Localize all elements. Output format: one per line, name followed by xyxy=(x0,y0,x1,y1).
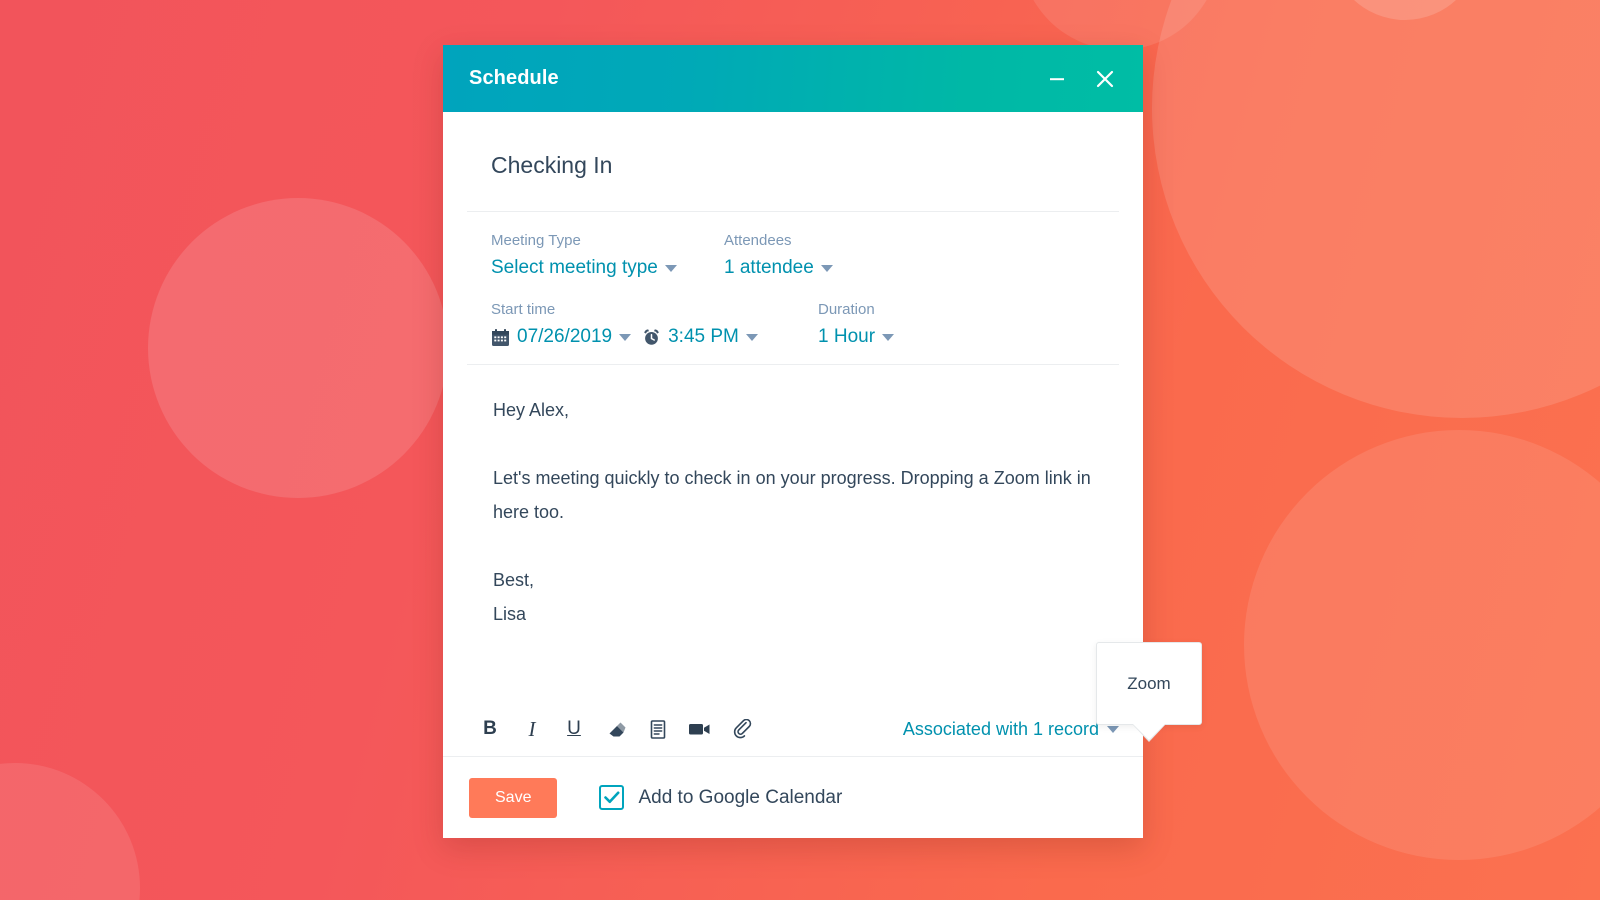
paperclip-icon[interactable] xyxy=(721,708,763,750)
subject-input[interactable]: Checking In xyxy=(491,152,612,178)
field-row-bottom: Start time 07/26/2019 3:45 PM Duration 1… xyxy=(491,301,1119,348)
chevron-down-icon xyxy=(1107,725,1119,733)
dialog-body: Checking In Meeting Type Select meeting … xyxy=(443,112,1143,702)
background-circle-1 xyxy=(148,198,448,498)
date-value: 07/26/2019 xyxy=(517,326,613,347)
meeting-type-field: Meeting Type Select meeting type xyxy=(491,232,724,279)
subject-row[interactable]: Checking In xyxy=(467,112,1119,212)
message-signoff: Best, xyxy=(493,570,535,590)
meeting-type-select[interactable]: Select meeting type xyxy=(491,257,724,279)
start-time-field: Start time 07/26/2019 3:45 PM xyxy=(491,301,818,348)
add-to-google-calendar-toggle[interactable]: Add to Google Calendar xyxy=(599,785,842,810)
calendar-icon xyxy=(491,328,510,347)
start-time-label: Start time xyxy=(491,301,556,318)
associated-record-label: Associated with 1 record xyxy=(902,718,1099,739)
window-controls xyxy=(1043,65,1119,93)
background-circle-3 xyxy=(1152,0,1600,418)
field-row-top: Meeting Type Select meeting type Attende… xyxy=(491,232,1119,279)
chevron-down-icon xyxy=(745,333,758,341)
time-value: 3:45 PM xyxy=(668,326,739,347)
minimize-icon xyxy=(1050,77,1064,80)
dialog-header: Schedule xyxy=(443,45,1143,112)
google-calendar-label: Add to Google Calendar xyxy=(638,786,843,808)
dialog-title: Schedule xyxy=(469,67,559,89)
duration-value: 1 Hour xyxy=(818,326,876,347)
background-circle-5 xyxy=(1244,430,1600,860)
message-paragraph: Let's meeting quickly to check in on you… xyxy=(493,468,1091,522)
schedule-dialog: Schedule Checking In Meeting Type Select… xyxy=(443,45,1202,838)
attendees-select[interactable]: 1 attendee xyxy=(724,257,924,279)
minimize-button[interactable] xyxy=(1043,65,1071,93)
alarm-clock-icon xyxy=(642,328,661,347)
background-circle-2 xyxy=(0,763,140,900)
dialog-footer: Save Add to Google Calendar xyxy=(443,756,1143,838)
eraser-icon[interactable] xyxy=(595,708,637,750)
start-time-controls: 07/26/2019 3:45 PM xyxy=(491,326,818,348)
attendees-field: Attendees 1 attendee xyxy=(724,232,924,279)
message-editor[interactable]: Hey Alex, Let's meeting quickly to check… xyxy=(467,365,1119,702)
meeting-type-value: Select meeting type xyxy=(491,257,658,278)
duration-label: Duration xyxy=(818,301,875,318)
meeting-type-label: Meeting Type xyxy=(491,232,581,249)
associated-record-select[interactable]: Associated with 1 record xyxy=(903,719,1119,740)
close-button[interactable] xyxy=(1091,65,1119,93)
date-select[interactable]: 07/26/2019 xyxy=(517,326,632,348)
zoom-tooltip: Zoom xyxy=(1096,642,1202,725)
save-button[interactable]: Save xyxy=(469,777,558,818)
chevron-down-icon xyxy=(664,264,677,272)
bold-icon[interactable]: B xyxy=(469,708,511,750)
message-signature: Lisa xyxy=(493,604,527,624)
chevron-down-icon xyxy=(820,264,833,272)
document-icon[interactable] xyxy=(637,708,679,750)
duration-select[interactable]: 1 Hour xyxy=(818,326,1018,348)
formatting-toolbar: B I U Associated with 1 record xyxy=(443,702,1143,756)
zoom-tooltip-label: Zoom xyxy=(1127,673,1171,693)
chevron-down-icon xyxy=(882,333,895,341)
time-select[interactable]: 3:45 PM xyxy=(668,326,758,348)
attendees-value: 1 attendee xyxy=(724,257,814,278)
close-icon xyxy=(1096,70,1114,87)
fields-section: Meeting Type Select meeting type Attende… xyxy=(467,212,1119,365)
video-camera-icon[interactable] xyxy=(679,708,721,750)
checkmark-icon xyxy=(604,791,620,804)
italic-icon[interactable]: I xyxy=(511,708,553,750)
message-greeting: Hey Alex, xyxy=(493,400,570,420)
chevron-down-icon xyxy=(619,333,632,341)
underline-icon[interactable]: U xyxy=(553,708,595,750)
google-calendar-checkbox[interactable] xyxy=(599,785,625,810)
duration-field: Duration 1 Hour xyxy=(818,301,1018,348)
attendees-label: Attendees xyxy=(724,232,792,249)
